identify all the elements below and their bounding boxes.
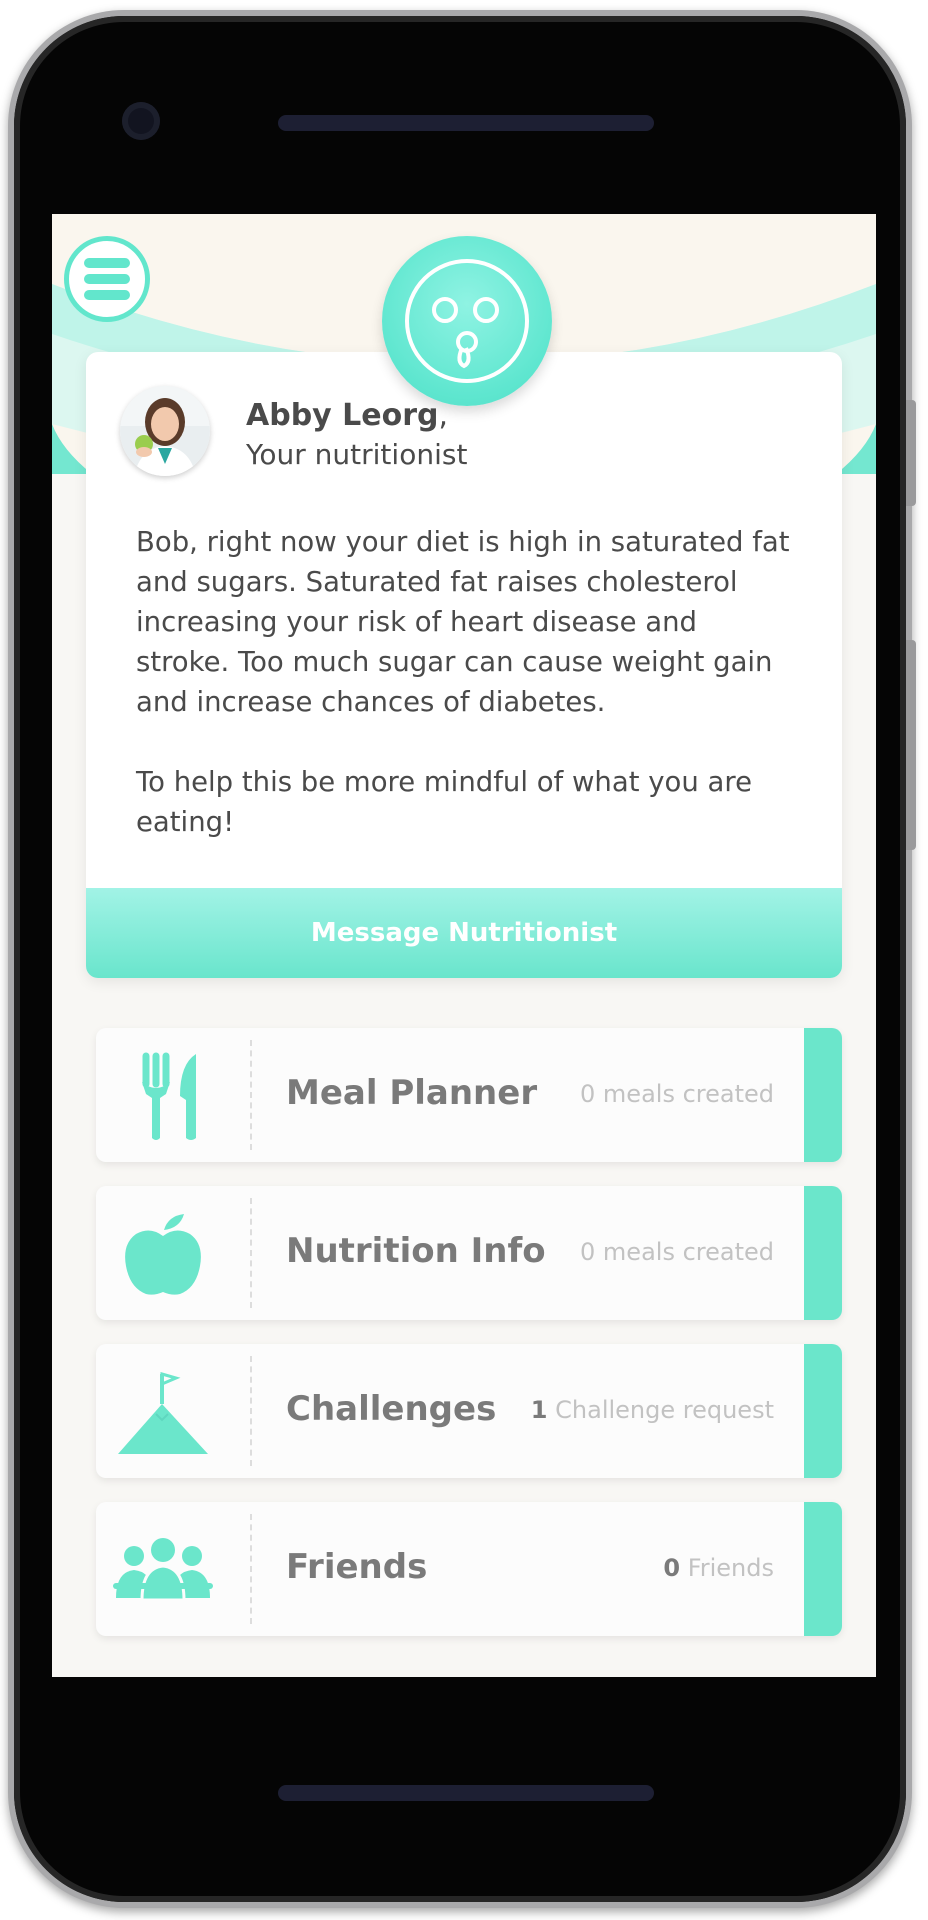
nutritionist-role: Your nutritionist: [246, 438, 468, 471]
message-paragraph: To help this be more mindful of what you…: [136, 766, 752, 838]
challenges-row[interactable]: Challenges 1 Challenge request: [96, 1344, 842, 1478]
row-divider: [250, 1356, 252, 1466]
menu-line-icon: [84, 258, 130, 268]
bottom-speaker: [278, 1785, 654, 1801]
row-meta: 0 meals created: [580, 1238, 774, 1266]
friends-row[interactable]: Friends 0 Friends: [96, 1502, 842, 1636]
mountain-flag-icon: [118, 1372, 208, 1454]
menu-line-icon: [84, 274, 130, 284]
row-title: Nutrition Info: [286, 1231, 546, 1271]
row-accent: [804, 1028, 842, 1162]
face-avatar-icon: [382, 236, 552, 406]
cutlery-icon: [142, 1052, 196, 1140]
row-divider: [250, 1514, 252, 1624]
apple-icon: [125, 1214, 201, 1295]
friends-group-icon: [113, 1538, 213, 1602]
front-camera: [122, 102, 160, 140]
row-accent: [804, 1344, 842, 1478]
nutrition-info-row[interactable]: Nutrition Info 0 meals created: [96, 1186, 842, 1320]
menu-line-icon: [84, 290, 130, 300]
message-nutritionist-button[interactable]: Message Nutritionist: [86, 888, 842, 978]
earpiece-speaker: [278, 115, 654, 131]
app-screen: Abby Leorg, Your nutritionist Bob, right…: [52, 214, 876, 1677]
row-accent: [804, 1186, 842, 1320]
volume-button: [906, 640, 916, 850]
row-divider: [250, 1198, 252, 1308]
row-meta: 1 Challenge request: [530, 1396, 774, 1424]
row-meta: 0 Friends: [663, 1554, 774, 1582]
row-meta: 0 meals created: [580, 1080, 774, 1108]
row-title: Friends: [286, 1547, 428, 1587]
row-title: Challenges: [286, 1389, 497, 1429]
row-title: Meal Planner: [286, 1073, 538, 1113]
meal-planner-row[interactable]: Meal Planner 0 meals created: [96, 1028, 842, 1162]
hamburger-menu-button[interactable]: [64, 236, 150, 322]
nutritionist-card: Abby Leorg, Your nutritionist Bob, right…: [86, 352, 842, 978]
row-divider: [250, 1040, 252, 1150]
nutritionist-avatar: [120, 386, 210, 476]
nutritionist-message: Bob, right now your diet is high in satu…: [136, 522, 796, 882]
power-button: [906, 400, 916, 506]
message-paragraph: Bob, right now your diet is high in satu…: [136, 526, 790, 718]
row-accent: [804, 1502, 842, 1636]
